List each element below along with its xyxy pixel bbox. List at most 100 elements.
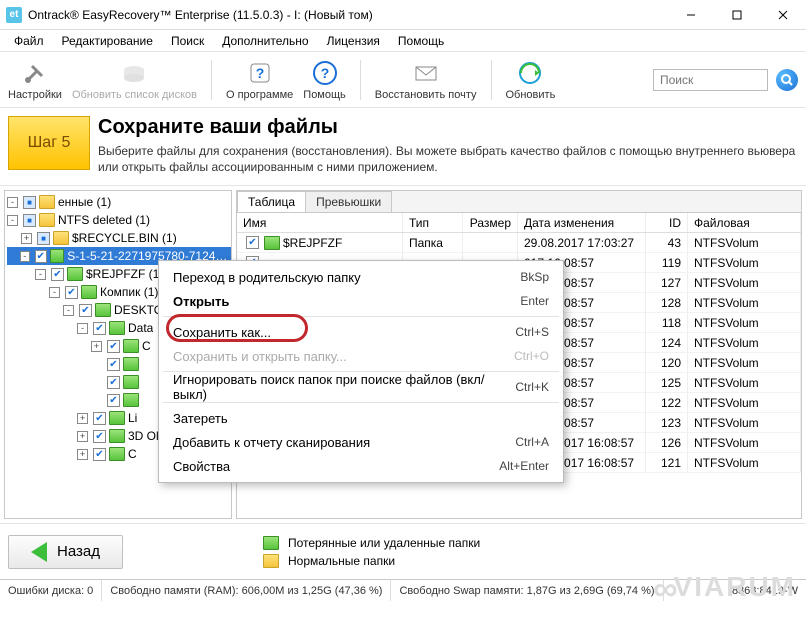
- svg-text:?: ?: [255, 65, 264, 81]
- menubar: Файл Редактирование Поиск Дополнительно …: [0, 30, 806, 52]
- context-shortcut: Alt+Enter: [499, 459, 549, 473]
- col-name[interactable]: Имя: [237, 213, 403, 232]
- cell-filesystem: NTFSVolum: [688, 353, 801, 372]
- folder-yellow-icon: [263, 554, 279, 568]
- cell-size: [463, 233, 518, 252]
- menu-extra[interactable]: Дополнительно: [214, 32, 316, 50]
- tree-toggle-icon[interactable]: +: [77, 431, 88, 442]
- cell-filesystem: NTFSVolum: [688, 233, 801, 252]
- search-input[interactable]: [653, 69, 768, 91]
- tree-label: 3D Ol: [128, 429, 159, 443]
- cell-id: 122: [646, 393, 688, 412]
- search-button[interactable]: [776, 69, 798, 91]
- tabs: Таблица Превьюшки: [237, 191, 801, 213]
- menu-search[interactable]: Поиск: [163, 32, 212, 50]
- tree-checkbox[interactable]: [107, 340, 120, 353]
- tree-label: DESKTO: [114, 303, 163, 317]
- tool-update[interactable]: Обновить: [506, 59, 556, 101]
- tool-settings[interactable]: Настройки: [8, 59, 62, 101]
- table-row[interactable]: $REJPFZFПапка29.08.2017 17:03:2743NTFSVo…: [237, 233, 801, 253]
- context-item[interactable]: ОткрытьEnter: [159, 289, 563, 313]
- step-title: Сохраните ваши файлы: [98, 116, 796, 139]
- row-checkbox[interactable]: [246, 236, 259, 249]
- tab-table[interactable]: Таблица: [237, 191, 306, 212]
- tree-node[interactable]: +$RECYCLE.BIN (1): [7, 229, 231, 247]
- status-ram: Свободно памяти (RAM): 606,00M из 1,25G …: [102, 580, 391, 601]
- cell-id: 121: [646, 453, 688, 472]
- context-item[interactable]: Игнорировать поиск папок при поиске файл…: [159, 375, 563, 399]
- tree-checkbox[interactable]: [93, 448, 106, 461]
- tree-toggle-icon[interactable]: -: [35, 269, 46, 280]
- context-item[interactable]: СвойстваAlt+Enter: [159, 454, 563, 478]
- context-menu[interactable]: Переход в родительскую папкуBkSpОткрытьE…: [158, 260, 564, 483]
- tree-toggle-icon[interactable]: -: [77, 323, 88, 334]
- tab-thumbnails[interactable]: Превьюшки: [305, 191, 392, 212]
- tree-toggle-icon[interactable]: -: [20, 251, 30, 262]
- tree-toggle-icon[interactable]: -: [7, 197, 18, 208]
- tree-node[interactable]: -NTFS deleted (1): [7, 211, 231, 229]
- close-button[interactable]: [760, 0, 806, 30]
- list-header[interactable]: Имя Тип Размер Дата изменения ID Файлова…: [237, 213, 801, 233]
- menu-help[interactable]: Помощь: [390, 32, 452, 50]
- context-item[interactable]: Переход в родительскую папкуBkSp: [159, 265, 563, 289]
- menu-license[interactable]: Лицензия: [319, 32, 388, 50]
- col-type[interactable]: Тип: [403, 213, 463, 232]
- tree-toggle-icon[interactable]: -: [7, 215, 18, 226]
- cell-filesystem: NTFSVolum: [688, 373, 801, 392]
- tree-checkbox[interactable]: [35, 250, 47, 263]
- tree-checkbox[interactable]: [107, 358, 120, 371]
- tree-checkbox[interactable]: [107, 376, 120, 389]
- tool-help[interactable]: ? Помощь: [303, 59, 346, 101]
- context-item[interactable]: Сохранить как... Ctrl+S: [159, 320, 563, 344]
- folder-icon: [109, 447, 125, 461]
- menu-edit[interactable]: Редактирование: [54, 32, 161, 50]
- folder-icon: [39, 213, 55, 227]
- tree-checkbox[interactable]: [51, 268, 64, 281]
- tree-toggle-icon[interactable]: +: [77, 413, 88, 424]
- col-size[interactable]: Размер: [463, 213, 518, 232]
- folder-icon: [50, 249, 65, 263]
- tree-checkbox[interactable]: [23, 196, 36, 209]
- col-id[interactable]: ID: [646, 213, 688, 232]
- tree-checkbox[interactable]: [79, 304, 92, 317]
- tree-toggle-icon[interactable]: +: [21, 233, 32, 244]
- tool-recover-mail[interactable]: Восстановить почту: [375, 59, 477, 101]
- tree-checkbox[interactable]: [37, 232, 50, 245]
- cell-id: 127: [646, 273, 688, 292]
- help-icon: ?: [311, 59, 339, 87]
- tree-toggle-icon[interactable]: +: [77, 449, 88, 460]
- tree-checkbox[interactable]: [23, 214, 36, 227]
- context-item[interactable]: Затереть: [159, 406, 563, 430]
- col-filesystem[interactable]: Файловая: [688, 213, 801, 232]
- status-disk-errors: Ошибки диска: 0: [0, 580, 102, 601]
- toolbar: Настройки Обновить список дисков ? О про…: [0, 52, 806, 108]
- tree-node[interactable]: -енные (1): [7, 193, 231, 211]
- tool-about[interactable]: ? О программе: [226, 59, 293, 101]
- tree-checkbox[interactable]: [107, 394, 120, 407]
- cell-id: 125: [646, 373, 688, 392]
- folder-icon: [123, 339, 139, 353]
- tree-toggle-icon[interactable]: -: [49, 287, 60, 298]
- context-label: Игнорировать поиск папок при поиске файл…: [173, 372, 515, 402]
- context-shortcut: Ctrl+S: [515, 325, 549, 339]
- folder-icon: [123, 357, 139, 371]
- tree-checkbox[interactable]: [93, 430, 106, 443]
- maximize-button[interactable]: [714, 0, 760, 30]
- tree-toggle-icon[interactable]: +: [91, 341, 102, 352]
- back-button[interactable]: Назад: [8, 535, 123, 569]
- context-label: Сохранить как...: [173, 325, 271, 340]
- cell-filesystem: NTFSVolum: [688, 413, 801, 432]
- tree-toggle-icon[interactable]: -: [63, 305, 74, 316]
- menu-file[interactable]: Файл: [6, 32, 52, 50]
- tool-help-label: Помощь: [303, 89, 346, 101]
- toolbar-separator: [211, 60, 212, 100]
- tool-settings-label: Настройки: [8, 89, 62, 101]
- step-description: Выберите файлы для сохранения (восстанов…: [98, 143, 796, 175]
- about-icon: ?: [246, 59, 274, 87]
- tree-checkbox[interactable]: [93, 322, 106, 335]
- minimize-button[interactable]: [668, 0, 714, 30]
- tree-checkbox[interactable]: [65, 286, 78, 299]
- col-date[interactable]: Дата изменения: [518, 213, 646, 232]
- context-item[interactable]: Добавить к отчету сканированияCtrl+A: [159, 430, 563, 454]
- tree-checkbox[interactable]: [93, 412, 106, 425]
